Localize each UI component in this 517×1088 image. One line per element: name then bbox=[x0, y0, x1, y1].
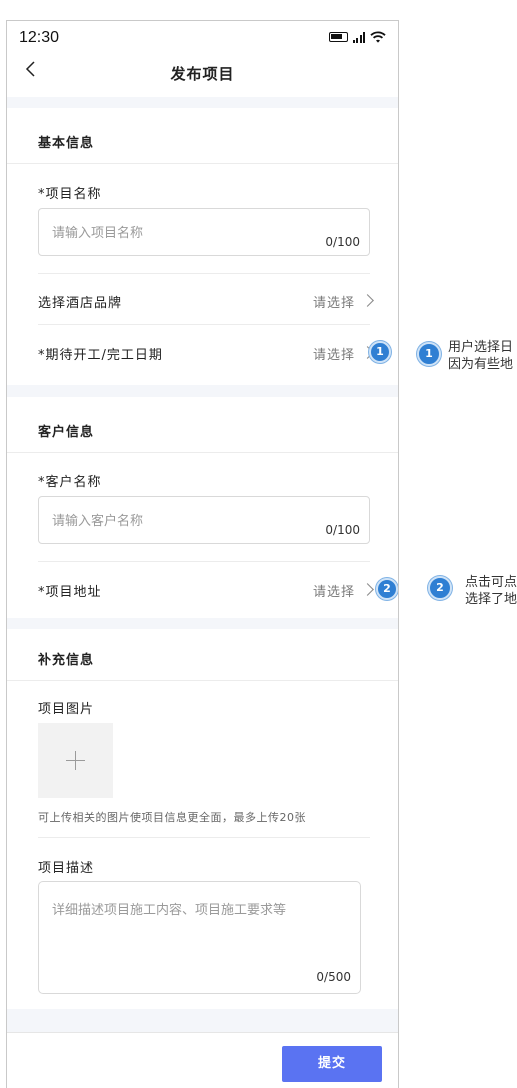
annotation-note-1: 用户选择日 因为有些地 bbox=[448, 339, 513, 373]
battery-icon bbox=[328, 32, 348, 42]
hotel-brand-label: 选择酒店品牌 bbox=[38, 296, 123, 311]
image-upload-hint: 可上传相关的图片使项目信息更全面，最多上传20张 bbox=[38, 811, 306, 824]
section-divider bbox=[7, 97, 398, 108]
image-upload-button[interactable] bbox=[38, 723, 113, 798]
annotation-panel: 1 用户选择日 因为有些地 2 点击可点 选择了地 bbox=[410, 0, 517, 1088]
project-description-counter: 0/500 bbox=[316, 970, 351, 984]
submit-button[interactable]: 提交 bbox=[282, 1046, 382, 1082]
section-divider bbox=[7, 385, 398, 397]
section-title-supplementary-info: 补充信息 bbox=[38, 653, 95, 668]
project-name-placeholder: 请输入项目名称 bbox=[52, 226, 144, 241]
chevron-right-icon bbox=[361, 583, 374, 596]
project-name-input[interactable]: 请输入项目名称 0/100 bbox=[38, 208, 370, 256]
divider bbox=[7, 452, 398, 453]
signal-icon bbox=[352, 31, 365, 43]
chevron-right-icon bbox=[361, 294, 374, 307]
annotation-note-2: 点击可点 选择了地 bbox=[465, 574, 517, 608]
project-address-value: 请选择 bbox=[312, 585, 355, 600]
section-divider bbox=[7, 618, 398, 629]
divider bbox=[7, 163, 398, 164]
section-title-customer-info: 客户信息 bbox=[38, 425, 95, 440]
status-icons bbox=[328, 31, 387, 43]
page-title: 发布项目 bbox=[170, 65, 235, 83]
annotation-note-1-line2: 因为有些地 bbox=[448, 357, 514, 372]
annotation-badge-2: 2 bbox=[376, 578, 398, 600]
status-bar: 12:30 bbox=[7, 21, 398, 57]
divider bbox=[7, 680, 398, 681]
phone-screen: 12:30 发布项目 基本信息 *项目名称 请输入项目名称 0/100 选择酒店… bbox=[6, 20, 399, 1088]
divider bbox=[38, 561, 370, 562]
divider bbox=[38, 837, 370, 838]
divider bbox=[38, 324, 370, 325]
expected-dates-label: *期待开工/完工日期 bbox=[38, 348, 163, 363]
annotation-note-2-line1: 点击可点 bbox=[465, 575, 517, 590]
annotation-note-1-line1: 用户选择日 bbox=[448, 340, 514, 355]
customer-name-label: *客户名称 bbox=[38, 475, 102, 490]
project-name-counter: 0/100 bbox=[325, 235, 360, 249]
project-description-label: 项目描述 bbox=[38, 861, 95, 876]
annotation-badge-1: 1 bbox=[369, 341, 391, 363]
nav-bar: 发布项目 bbox=[7, 57, 398, 97]
customer-name-input[interactable]: 请输入客户名称 0/100 bbox=[38, 496, 370, 544]
hotel-brand-value: 请选择 bbox=[312, 296, 355, 311]
expected-dates-value: 请选择 bbox=[312, 348, 355, 363]
annotation-note-2-line2: 选择了地 bbox=[465, 592, 517, 607]
annotation-marker-2: 2 bbox=[428, 576, 452, 600]
customer-name-placeholder: 请输入客户名称 bbox=[52, 514, 144, 529]
section-divider bbox=[7, 1009, 398, 1032]
project-address-label: *项目地址 bbox=[38, 585, 102, 600]
divider bbox=[38, 273, 370, 274]
project-description-textarea[interactable]: 详细描述项目施工内容、项目施工要求等 0/500 bbox=[38, 881, 361, 994]
project-images-label: 项目图片 bbox=[38, 702, 95, 717]
status-time: 12:30 bbox=[19, 29, 60, 46]
project-description-placeholder: 详细描述项目施工内容、项目施工要求等 bbox=[52, 903, 287, 918]
project-name-label: *项目名称 bbox=[38, 187, 102, 202]
annotation-marker-1: 1 bbox=[417, 342, 441, 366]
footer-bar: 提交 bbox=[7, 1032, 398, 1088]
wifi-icon bbox=[370, 31, 386, 43]
section-title-basic-info: 基本信息 bbox=[38, 136, 95, 151]
customer-name-counter: 0/100 bbox=[325, 523, 360, 537]
